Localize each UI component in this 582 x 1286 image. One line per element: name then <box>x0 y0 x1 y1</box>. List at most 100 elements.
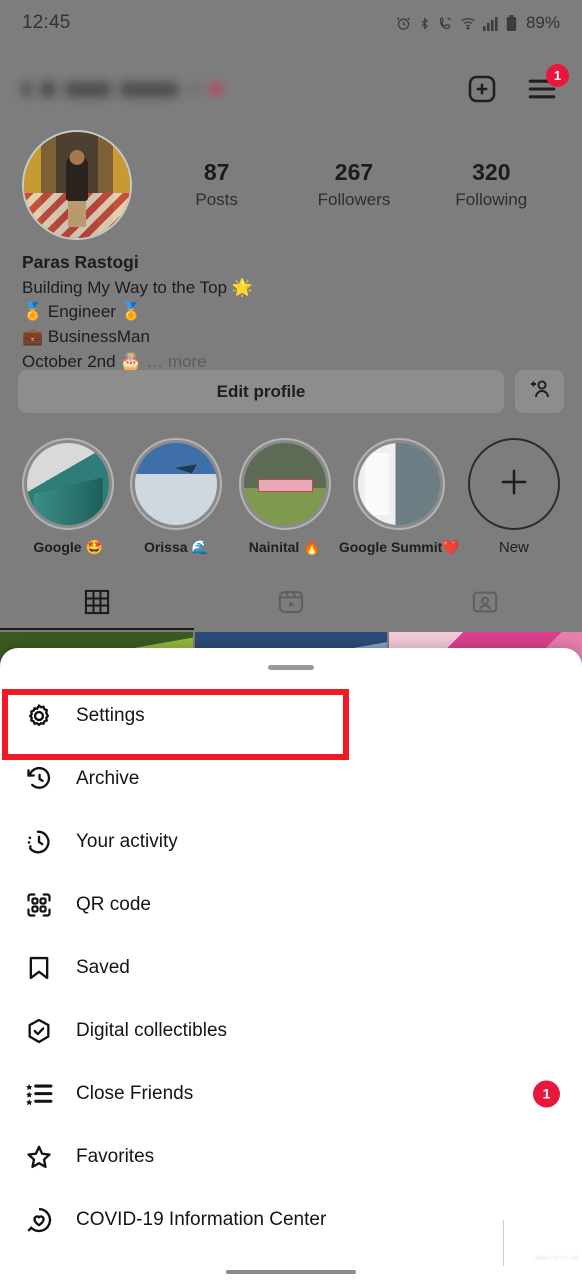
bio-line: Building My Way to the Top 🌟 <box>22 277 253 297</box>
stat-value: 267 <box>334 159 374 185</box>
bio-line: 💼 BusinessMan <box>22 327 150 347</box>
tagged-icon <box>471 588 499 621</box>
grid-icon <box>83 588 111 621</box>
bio-date: October 2nd 🎂 <box>22 351 142 371</box>
profile-stats: 87 Posts 267 Followers 320 Following <box>148 130 560 210</box>
create-post-button[interactable] <box>464 71 500 107</box>
menu-item-archive[interactable]: Archive <box>0 747 582 810</box>
edit-profile-button[interactable]: Edit profile <box>18 370 504 413</box>
menu-item-your-activity[interactable]: Your activity <box>0 810 582 873</box>
covid-heart-icon <box>22 1206 56 1234</box>
battery-percent: 89% <box>525 13 560 32</box>
avatar-head <box>69 150 85 166</box>
reels-icon <box>277 588 305 621</box>
hamburger-menu-button[interactable]: 1 <box>524 64 569 107</box>
highlight-ring <box>130 438 223 530</box>
new-highlight-label: New <box>498 539 529 556</box>
highlight-ring <box>353 438 446 530</box>
menu-item-label: Settings <box>76 704 145 726</box>
menu-item-label: Your activity <box>76 830 178 852</box>
highlight-ring <box>22 438 115 530</box>
wifi-icon <box>460 16 476 31</box>
menu-item-label: Favorites <box>76 1145 155 1167</box>
tagged-tab[interactable] <box>388 578 582 630</box>
active-tab-underline <box>0 627 194 630</box>
profile-tab-bar <box>0 578 582 630</box>
menu-item-settings[interactable]: Settings <box>0 684 582 747</box>
avatar[interactable] <box>22 130 132 240</box>
close-friends-badge: 1 <box>533 1080 560 1107</box>
profile-bio: Paras Rastogi Building My Way to the Top… <box>22 250 560 375</box>
highlight-label: Google 🤩 <box>33 539 103 555</box>
menu-item-label: Archive <box>76 767 140 789</box>
stat-label: Posts <box>195 189 238 209</box>
menu-item-label: Saved <box>76 956 130 978</box>
activity-clock-icon <box>22 828 56 856</box>
stat-value: 320 <box>472 159 511 185</box>
new-highlight-item[interactable]: New <box>460 438 568 556</box>
profile-action-row: Edit profile <box>18 370 564 413</box>
bio-line: 🏅 Engineer 🏅 <box>22 302 142 322</box>
status-bar: 12:45 89% <box>0 0 582 46</box>
battery-icon <box>506 14 517 32</box>
star-list-icon <box>22 1080 56 1108</box>
username-blur-chunk <box>40 81 56 97</box>
profile-app-bar: 1 <box>0 58 582 120</box>
gear-icon <box>22 702 56 730</box>
menu-item-favorites[interactable]: Favorites <box>0 1125 582 1188</box>
display-name: Paras Rastogi <box>22 252 139 272</box>
highlight-cover <box>135 443 218 525</box>
phone-screen: 12:45 89% 1 87 Posts 267 Followers 320 F… <box>0 0 582 1286</box>
grid-tab[interactable] <box>0 578 194 630</box>
highlight-item[interactable]: Nainital 🔥 <box>231 438 339 556</box>
status-clock: 12:45 <box>22 12 71 33</box>
home-indicator <box>226 1270 356 1274</box>
menu-list: Settings Archive Your activity QR code S… <box>0 684 582 1251</box>
menu-item-saved[interactable]: Saved <box>0 936 582 999</box>
highlight-item[interactable]: Google 🤩 <box>14 438 122 556</box>
stat-label: Followers <box>317 189 391 209</box>
menu-item-digital-collectibles[interactable]: Digital collectibles <box>0 999 582 1062</box>
profile-header: 87 Posts 267 Followers 320 Following <box>0 130 582 240</box>
alarm-icon <box>396 16 411 31</box>
menu-item-close-friends[interactable]: Close Friends 1 <box>0 1062 582 1125</box>
menu-item-qr-code[interactable]: QR code <box>0 873 582 936</box>
add-person-button[interactable] <box>515 370 564 413</box>
bluetooth-icon <box>418 16 431 31</box>
hexagon-check-icon <box>22 1017 56 1045</box>
reels-tab[interactable] <box>194 578 388 630</box>
qr-code-icon <box>22 891 56 919</box>
username-blur-chunk <box>187 87 201 91</box>
stat-value: 87 <box>203 159 230 185</box>
bio-more-link[interactable]: … more <box>146 352 206 371</box>
stat-following[interactable]: 320 Following <box>423 158 560 210</box>
menu-item-label: Digital collectibles <box>76 1019 228 1041</box>
username-blur-chunk <box>120 81 178 97</box>
status-icon-group: 89% <box>396 13 560 33</box>
menu-item-label: Close Friends <box>76 1082 194 1104</box>
profile-menu-sheet: Settings Archive Your activity QR code S… <box>0 648 582 1286</box>
highlight-label: Nainital 🔥 <box>248 539 321 555</box>
app-bar-actions: 1 <box>464 64 569 107</box>
bookmark-icon <box>22 954 56 982</box>
highlight-cover <box>358 443 441 525</box>
menu-item-covid-information-center[interactable]: COVID-19 Information Center <box>0 1188 582 1251</box>
menu-item-label: QR code <box>76 893 151 915</box>
highlight-item[interactable]: Google Summit❤️ <box>339 438 460 556</box>
stat-followers[interactable]: 267 Followers <box>285 158 422 210</box>
add-person-icon <box>528 377 552 406</box>
watermark-line <box>503 1220 504 1266</box>
highlight-cover <box>27 443 110 525</box>
story-highlights: Google 🤩 Orissa 🌊 Nainital 🔥 Google Summ… <box>0 438 582 556</box>
stat-label: Following <box>455 189 528 209</box>
sheet-drag-handle[interactable] <box>268 665 314 670</box>
username-redacted[interactable] <box>22 81 221 97</box>
archive-clock-icon <box>22 765 56 793</box>
menu-item-label: COVID-19 Information Center <box>76 1208 327 1230</box>
menu-notification-badge: 1 <box>546 64 569 87</box>
username-blur-chunk <box>65 81 111 97</box>
highlight-cover <box>243 443 326 525</box>
highlight-item[interactable]: Orissa 🌊 <box>122 438 230 556</box>
stat-posts[interactable]: 87 Posts <box>148 158 285 210</box>
plus-icon <box>495 463 533 506</box>
